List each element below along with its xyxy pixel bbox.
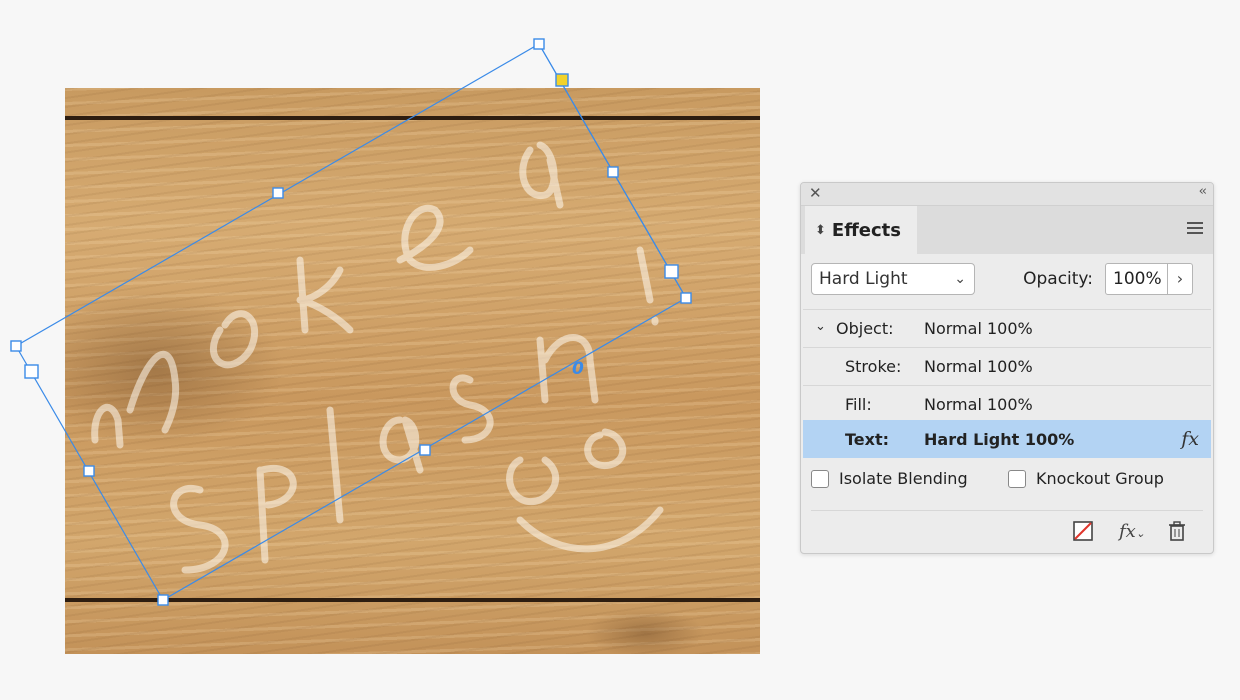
attr-row-object[interactable]: ⌄ Object: Normal 100% [803,309,1211,347]
effects-panel[interactable]: ✕ ‹‹ ⬍ Effects Hard Light ⌄ Opacity: 100… [800,182,1214,554]
panel-tab-row: ⬍ Effects [801,206,1213,254]
checkbox-box[interactable] [1008,469,1026,488]
attr-name: Fill: [845,395,872,414]
attr-value: Normal 100% [924,319,1033,338]
attr-row-text[interactable]: Text: Hard Light 100% fx [803,420,1211,458]
handle-left-corner[interactable] [10,340,22,352]
panel-titlebar: ✕ ‹‹ [801,183,1213,206]
trash-icon[interactable] [1168,521,1186,546]
blend-mode-value: Hard Light [819,269,908,289]
tab-effects[interactable]: ⬍ Effects [805,206,917,254]
blend-opacity-row: Hard Light ⌄ Opacity: 100% › [811,263,1203,297]
collapse-icon[interactable]: ‹‹ [1199,184,1208,199]
attr-name: Text: [845,430,890,449]
knockout-group-checkbox[interactable]: Knockout Group [1008,469,1164,488]
panel-bottom-bar: fx⌄ [811,510,1203,553]
blending-options: Isolate Blending Knockout Group [811,469,1203,495]
handle-right-mid[interactable] [607,166,619,178]
isolate-blending-label: Isolate Blending [839,469,968,488]
disclosure-chevron-icon[interactable]: ⌄ [815,319,826,334]
fx-icon: fx [1181,428,1199,450]
handle-top-mid[interactable] [272,187,284,199]
updown-chevron-icon: ⬍ [815,222,826,238]
selection-frame[interactable] [15,43,687,601]
attr-value: Normal 100% [924,395,1033,414]
corner-options-handle[interactable] [555,73,569,87]
handle-left-mid[interactable] [83,465,95,477]
tab-effects-label: Effects [831,219,901,241]
opacity-slider-button[interactable]: › [1167,263,1193,295]
handle-bottom-mid[interactable] [419,444,431,456]
attr-name: Stroke: [845,357,902,376]
handle-right-corner[interactable] [680,292,692,304]
attr-row-fill[interactable]: Fill: Normal 100% [803,385,1211,423]
add-effect-fx-icon[interactable]: fx⌄ [1119,521,1145,542]
opacity-label: Opacity: [1023,269,1093,289]
chevron-down-icon: ⌄ [954,271,966,287]
checkbox-box[interactable] [811,469,829,488]
opacity-input[interactable]: 100% [1105,263,1169,295]
selection-handles[interactable] [10,38,692,606]
panel-menu-icon[interactable] [1187,222,1203,237]
knockout-group-label: Knockout Group [1036,469,1164,488]
rotation-handle[interactable] [24,364,39,379]
handle-top-corner[interactable] [533,38,545,50]
clear-effects-icon[interactable] [1073,521,1093,546]
rotation-handle[interactable] [664,264,679,279]
blend-mode-select[interactable]: Hard Light ⌄ [811,263,975,295]
text-threading-indicator: 0 [572,359,584,379]
handle-bottom-corner[interactable] [157,594,169,606]
attr-value: Normal 100% [924,357,1033,376]
attr-row-stroke[interactable]: Stroke: Normal 100% [803,347,1211,385]
water-text-art [91,141,664,574]
attr-name: Object: [836,319,894,338]
close-icon[interactable]: ✕ [809,184,822,202]
isolate-blending-checkbox[interactable]: Isolate Blending [811,469,968,488]
attr-value: Hard Light 100% [924,430,1075,449]
